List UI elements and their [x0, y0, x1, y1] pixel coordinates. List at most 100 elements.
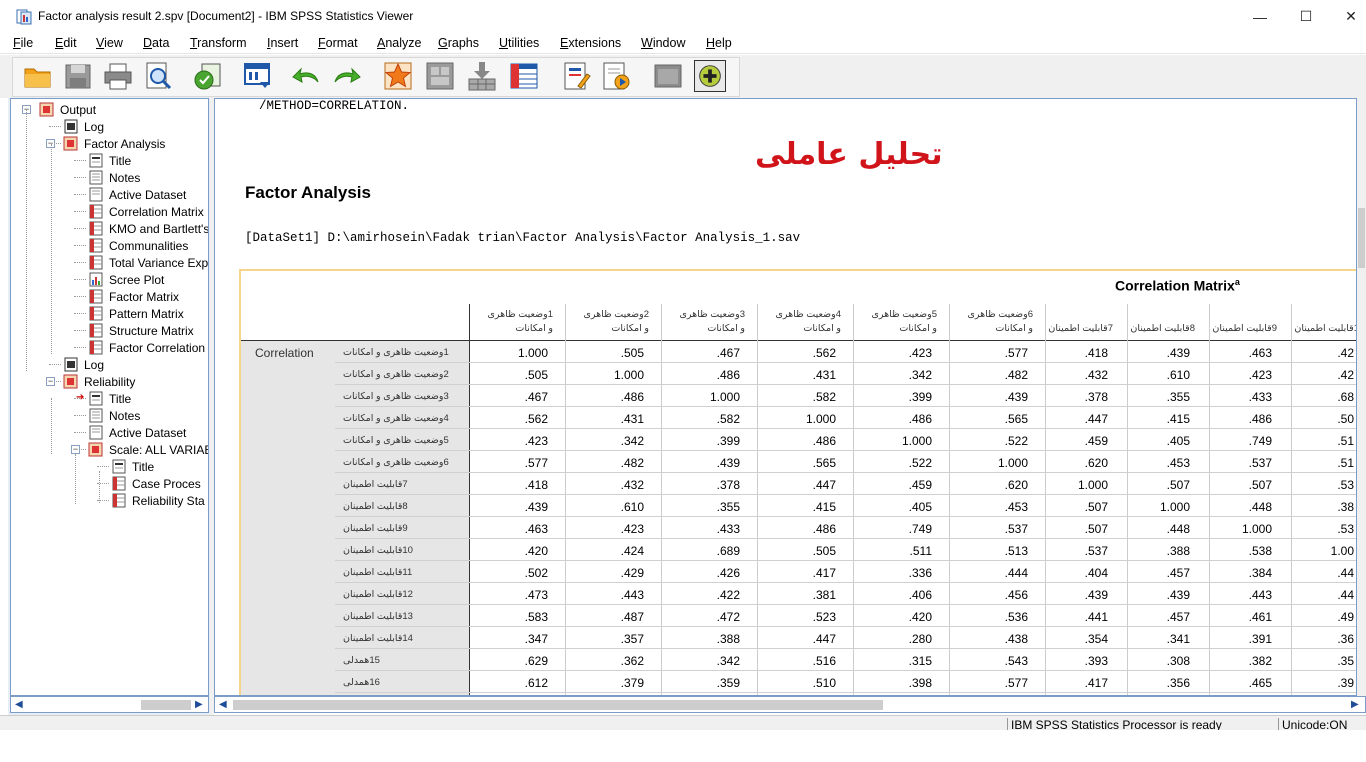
- scroll-right-icon[interactable]: ▶: [1351, 699, 1359, 710]
- correlation-row-group-label: Correlation: [255, 346, 314, 360]
- minimize-button[interactable]: —: [1237, 0, 1283, 33]
- menu-window[interactable]: Window: [641, 36, 685, 50]
- undo-icon[interactable]: [290, 60, 322, 92]
- outline-item-correlation-matrix[interactable]: Correlation Matrix: [88, 203, 204, 220]
- menu-view[interactable]: View: [96, 36, 123, 50]
- table-cell: .482: [1004, 368, 1028, 382]
- outline-item-scale-all-variae[interactable]: Scale: ALL VARIAE: [88, 441, 208, 458]
- print-icon[interactable]: [102, 60, 134, 92]
- outline-item-active-dataset[interactable]: Active Dataset: [88, 186, 186, 203]
- outline-item-total-variance-exp[interactable]: Total Variance Exp: [88, 254, 208, 271]
- outline-item-log[interactable]: Log: [63, 118, 104, 135]
- print-preview-icon[interactable]: [142, 60, 174, 92]
- table-row-label: 7قابلیت اطمینان: [343, 479, 408, 490]
- outline-item-pattern-matrix[interactable]: Pattern Matrix: [88, 305, 184, 322]
- menu-utilities[interactable]: Utilities: [499, 36, 539, 50]
- recall-dialog-icon[interactable]: [242, 60, 274, 92]
- notes-icon: [89, 408, 103, 423]
- outline-pane[interactable]: Output − Log Factor Analysis − Title Notes Acti…: [10, 98, 209, 696]
- outline-item-factor-matrix[interactable]: Factor Matrix: [88, 288, 179, 305]
- tree-connector: [74, 347, 86, 348]
- column-header-line2: 7قابلیت اطمینان: [1048, 323, 1113, 334]
- save-icon[interactable]: [62, 60, 94, 92]
- table-cell: .439: [1084, 588, 1108, 602]
- scroll-left-icon[interactable]: ◀: [219, 699, 227, 710]
- outline-item-notes[interactable]: Notes: [88, 169, 140, 186]
- table-cell: .439: [1004, 390, 1028, 404]
- menu-insert[interactable]: Insert: [267, 36, 298, 50]
- outline-item-factor-analysis[interactable]: Factor Analysis: [63, 135, 165, 152]
- vertical-scroll-thumb[interactable]: [1358, 208, 1365, 268]
- outline-item-log[interactable]: Log: [63, 356, 104, 373]
- menu-file[interactable]: File: [13, 36, 33, 50]
- goto-case-icon[interactable]: [382, 60, 414, 92]
- menu-format[interactable]: Format: [318, 36, 358, 50]
- table-cell: .415: [812, 500, 836, 514]
- variables-icon[interactable]: [508, 60, 540, 92]
- maximize-button[interactable]: ☐: [1283, 0, 1329, 33]
- close-button[interactable]: ✕: [1328, 0, 1366, 33]
- outline-item-notes[interactable]: Notes: [88, 407, 140, 424]
- create-script-icon[interactable]: [600, 60, 632, 92]
- outline-item-label: Active Dataset: [109, 187, 187, 202]
- scroll-right-icon[interactable]: ▶: [195, 699, 203, 710]
- outline-item-reliability[interactable]: Reliability: [63, 373, 135, 390]
- content-vertical-scrollbar[interactable]: [1357, 98, 1366, 696]
- table-cell: .438: [1004, 632, 1028, 646]
- outline-item-structure-matrix[interactable]: Structure Matrix: [88, 322, 194, 339]
- outline-item-reliability-sta[interactable]: Reliability Sta: [111, 492, 205, 509]
- scrollbar-thumb[interactable]: [141, 700, 191, 710]
- title-icon: [112, 459, 126, 474]
- table-cell: .393: [1084, 654, 1108, 668]
- output-content-pane[interactable]: /METHOD=CORRELATION. تحلیل عاملی Factor …: [214, 98, 1357, 696]
- menu-transform[interactable]: Transform: [190, 36, 247, 50]
- table-cell: .384: [1248, 566, 1272, 580]
- table-cell: .433: [716, 522, 740, 536]
- goto-variable-icon[interactable]: [424, 60, 456, 92]
- title-icon: [89, 153, 103, 168]
- add-output-icon[interactable]: [694, 60, 726, 92]
- redo-icon[interactable]: [331, 60, 363, 92]
- horizontal-scroll-thumb[interactable]: [233, 700, 883, 710]
- toolbar: [0, 55, 1366, 98]
- outline-item-output[interactable]: Output: [39, 101, 96, 118]
- outline-item-factor-correlation[interactable]: Factor Correlation: [88, 339, 205, 356]
- insert-cases-icon[interactable]: [466, 60, 498, 92]
- column-header: 1وضعیت ظاهری و امکانات: [487, 308, 553, 336]
- menu-help[interactable]: Help: [706, 36, 732, 50]
- collapse-toggle-icon[interactable]: −: [46, 377, 55, 386]
- content-horizontal-scrollbar[interactable]: ◀ ▶: [214, 696, 1366, 713]
- menu-extensions[interactable]: Extensions: [560, 36, 621, 50]
- spss-viewer-icon: [16, 9, 32, 25]
- outline-item-scree-plot[interactable]: Scree Plot: [88, 271, 164, 288]
- create-title-icon[interactable]: [560, 60, 592, 92]
- designate-window-icon[interactable]: [652, 60, 684, 92]
- menu-analyze[interactable]: Analyze: [377, 36, 421, 50]
- export-icon[interactable]: [192, 60, 224, 92]
- table-icon: [89, 221, 103, 236]
- menu-data[interactable]: Data: [143, 36, 169, 50]
- outline-item-title[interactable]: Title: [88, 152, 131, 169]
- table-cell: .51: [1337, 434, 1354, 448]
- outline-item-title[interactable]: Title: [88, 390, 131, 407]
- table-cell: .463: [1248, 346, 1272, 360]
- collapse-toggle-icon[interactable]: −: [71, 445, 80, 454]
- scroll-left-icon[interactable]: ◀: [15, 699, 23, 710]
- table-cell: .583: [524, 610, 548, 624]
- outline-item-case-proces[interactable]: Case Proces: [111, 475, 201, 492]
- table-cell: .510: [812, 676, 836, 690]
- outline-horizontal-scrollbar[interactable]: ◀ ▶: [10, 696, 209, 713]
- outline-item-active-dataset[interactable]: Active Dataset: [88, 424, 186, 441]
- outline-item-communalities[interactable]: Communalities: [88, 237, 188, 254]
- table-cell: .426: [716, 566, 740, 580]
- outline-item-title[interactable]: Title: [111, 458, 154, 475]
- open-icon[interactable]: [22, 60, 54, 92]
- row-rule: [335, 582, 1356, 583]
- menu-graphs[interactable]: Graphs: [438, 36, 479, 50]
- table-cell: .355: [1166, 390, 1190, 404]
- table-row-label: 11قابلیت اطمینان: [343, 567, 413, 578]
- column-header-line2: و امکانات: [803, 323, 841, 334]
- title-icon: [89, 391, 103, 406]
- outline-item-kmo-and-bartlett-s[interactable]: KMO and Bartlett's: [88, 220, 208, 237]
- menu-edit[interactable]: Edit: [55, 36, 77, 50]
